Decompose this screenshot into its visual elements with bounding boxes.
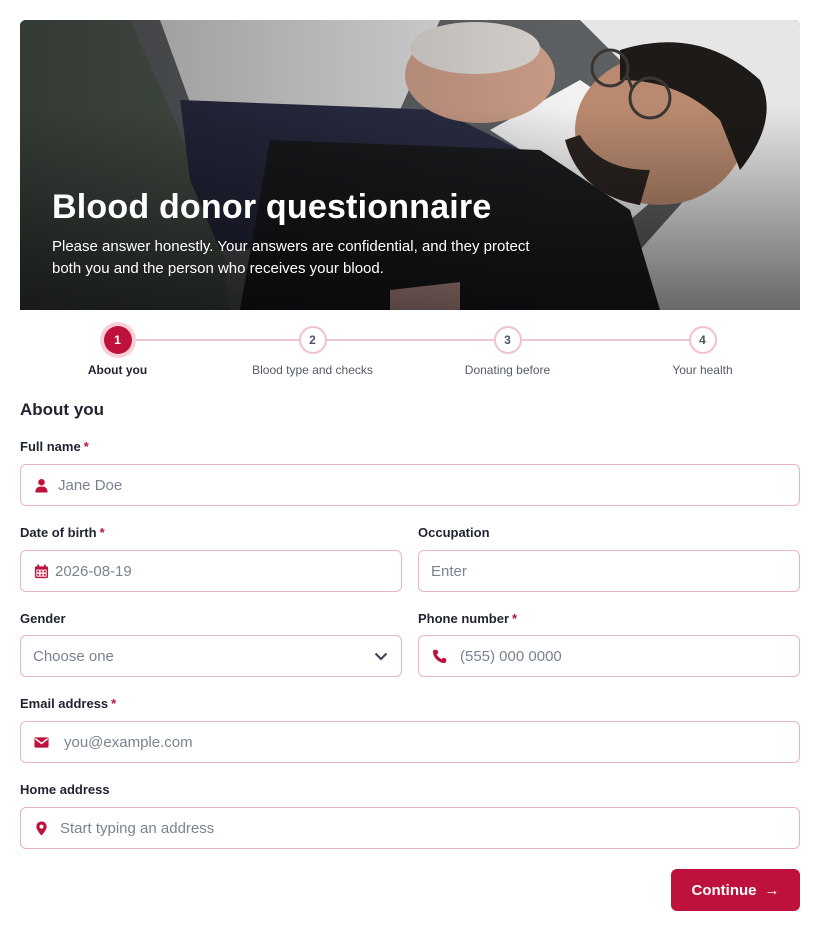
phone-number-label: Phone number * [418, 611, 517, 626]
required-asterisk: * [512, 611, 518, 626]
date-of-birth-label: Date of birth * [20, 525, 105, 540]
continue-button[interactable]: Continue → [671, 869, 800, 911]
email-field [20, 721, 800, 763]
hero-banner: Blood donor questionnaire Please answer … [20, 20, 800, 310]
phone-number-input[interactable] [460, 636, 799, 676]
phone-icon [431, 648, 447, 664]
step-number-circle: 1 [103, 326, 132, 354]
step-label: Donating before [464, 363, 551, 377]
date-of-birth-input[interactable] [55, 551, 401, 591]
home-address-input[interactable] [60, 808, 799, 848]
calendar-icon [33, 563, 49, 579]
label-text: Occupation [418, 525, 490, 540]
step-number-circle: 3 [493, 326, 522, 354]
label-text: Home address [20, 782, 110, 797]
progress-stepper: 1 About you 2 Blood type and checks 3 Do… [20, 322, 800, 382]
step-label: About you [87, 363, 148, 377]
label-text: Phone number [418, 611, 510, 626]
required-asterisk: * [99, 525, 105, 540]
occupation-input[interactable] [431, 551, 799, 591]
page-subtitle: Please answer honestly. Your answers are… [52, 238, 530, 277]
continue-label: Continue [691, 881, 757, 899]
occupation-field [418, 550, 800, 592]
label-text: Full name [20, 439, 81, 454]
required-asterisk: * [111, 696, 117, 711]
step-blood-type[interactable]: 2 Blood type and checks [215, 322, 410, 377]
section-title: About you [20, 400, 105, 419]
home-address-label: Home address [20, 782, 110, 797]
full-name-input[interactable] [58, 465, 799, 505]
label-text: Gender [20, 611, 66, 626]
required-asterisk: * [83, 439, 89, 454]
map-pin-icon [33, 820, 49, 836]
email-label: Email address * [20, 696, 116, 711]
step-label: Blood type and checks [252, 363, 373, 377]
date-of-birth-field [20, 550, 402, 592]
page-title: Blood donor questionnaire [52, 188, 492, 226]
chevron-down-icon [373, 648, 389, 664]
step-number-circle: 2 [298, 326, 327, 354]
occupation-label: Occupation [418, 525, 490, 540]
step-donating-before[interactable]: 3 Donating before [410, 322, 605, 377]
step-about-you[interactable]: 1 About you [20, 322, 215, 377]
gender-select[interactable]: Choose one [20, 635, 402, 677]
arrow-right-icon: → [764, 881, 780, 899]
user-icon [33, 477, 49, 493]
full-name-field [20, 464, 800, 506]
full-name-label: Full name * [20, 439, 89, 454]
step-your-health[interactable]: 4 Your health [605, 322, 800, 377]
label-text: Email address [20, 696, 109, 711]
envelope-icon [33, 734, 49, 750]
email-input[interactable] [64, 722, 799, 762]
step-label: Your health [672, 363, 733, 377]
gender-label: Gender [20, 611, 66, 626]
label-text: Date of birth [20, 525, 97, 540]
step-number-circle: 4 [688, 326, 717, 354]
home-address-field [20, 807, 800, 849]
phone-number-field [418, 635, 800, 677]
gender-selected-value: Choose one [33, 647, 114, 665]
